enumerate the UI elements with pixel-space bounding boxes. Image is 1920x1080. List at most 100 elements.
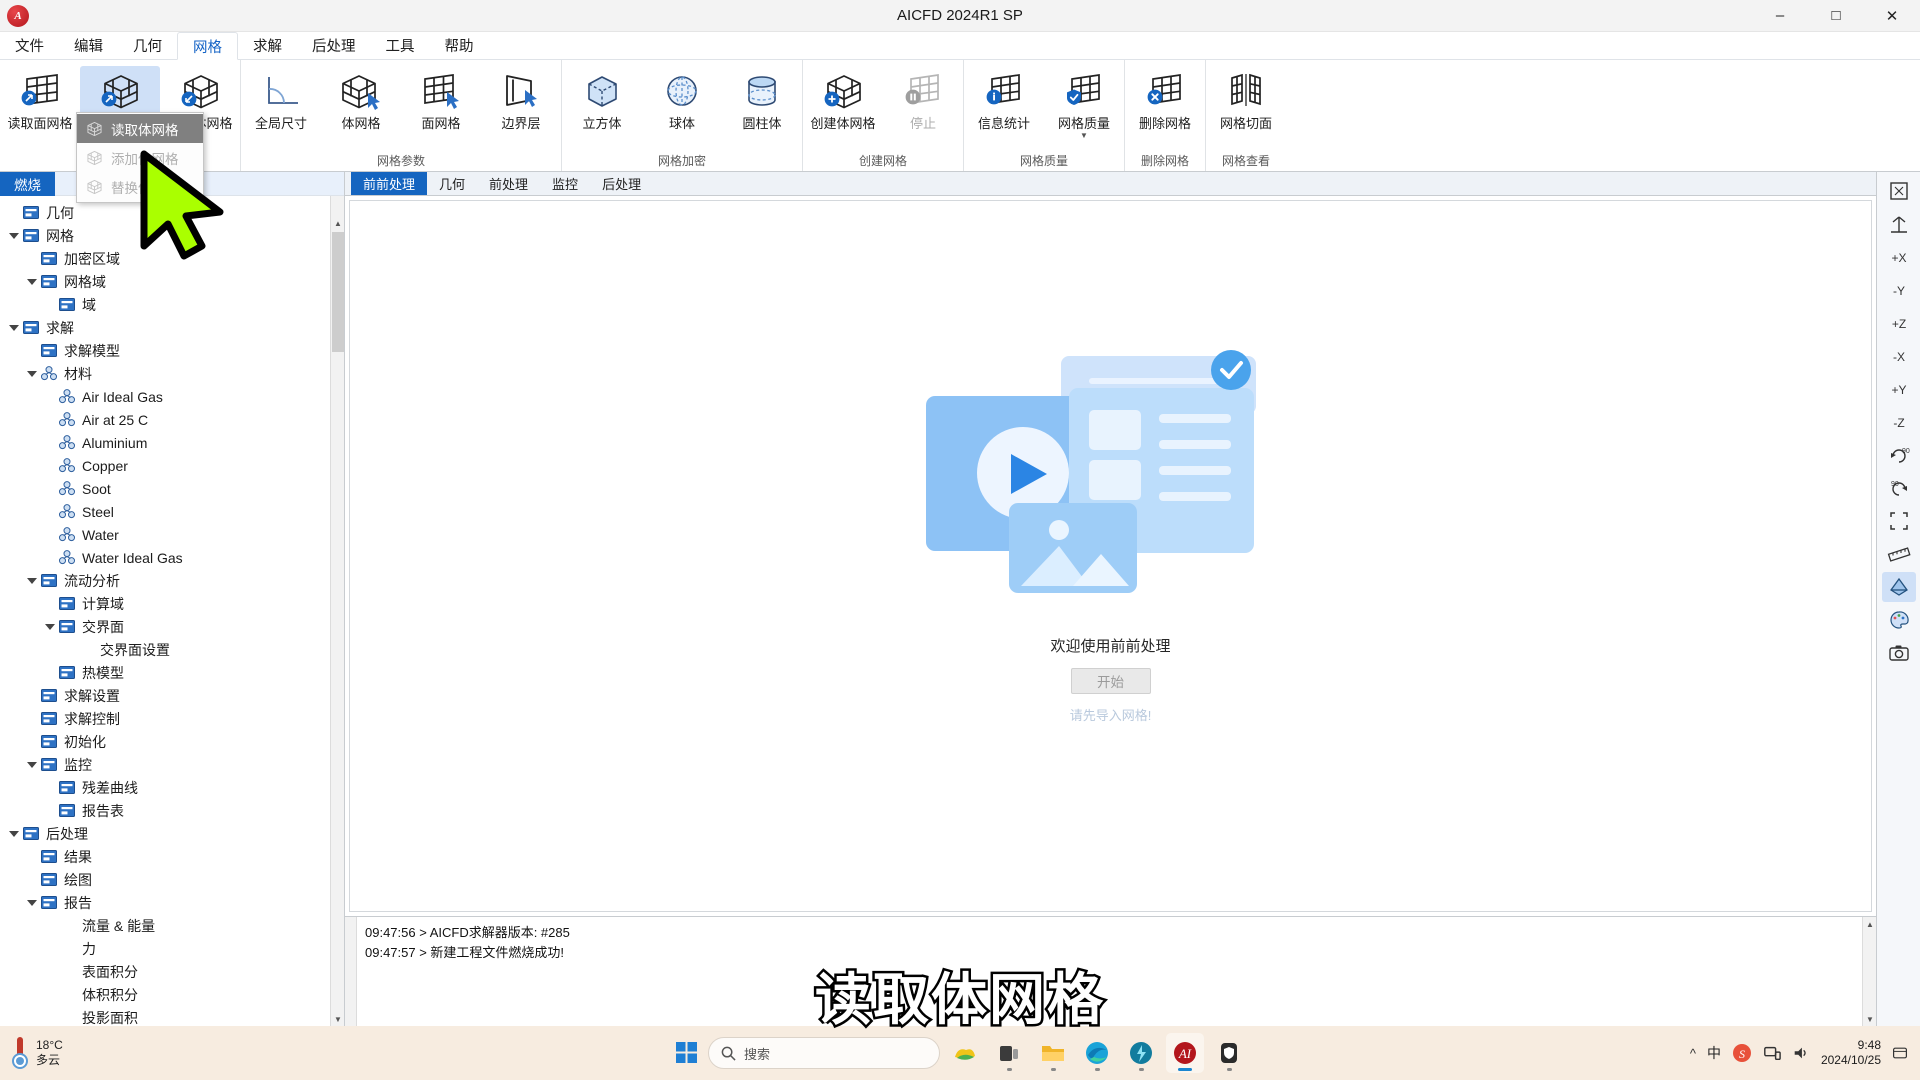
project-tree[interactable]: 几何 网格 加密区域 网格域 域 求解 求解模型 材料 Air Ideal Ga…	[0, 196, 344, 1026]
tree-item[interactable]: 几何	[0, 201, 344, 224]
plus-z-view-icon[interactable]: +Z	[1882, 308, 1916, 338]
search-input[interactable]: 搜索	[708, 1037, 940, 1069]
chevron-down-icon[interactable]	[42, 619, 58, 635]
chevron-down-icon[interactable]	[6, 826, 22, 842]
tree-item[interactable]: Aluminium	[0, 431, 344, 454]
project-tab-burn[interactable]: 燃烧	[0, 171, 55, 196]
mesh-quality-button[interactable]: 网格质量 ▼	[1044, 66, 1124, 148]
tree-item[interactable]: 加密区域	[0, 247, 344, 270]
plus-y-view-icon[interactable]: +Y	[1882, 374, 1916, 404]
tree-item[interactable]: 求解	[0, 316, 344, 339]
menu-item-3[interactable]: 网格	[177, 32, 238, 60]
tree-item[interactable]: 监控	[0, 753, 344, 776]
dropdown-item-0[interactable]: 读取体网格	[77, 114, 203, 143]
sogou-icon[interactable]: S	[1732, 1043, 1752, 1063]
chevron-up-icon[interactable]: ^	[1690, 1046, 1696, 1061]
menu-item-6[interactable]: 工具	[371, 32, 430, 59]
chevron-down-icon[interactable]	[24, 366, 40, 382]
taskbar-task-view-icon[interactable]	[990, 1033, 1028, 1073]
sphere-button[interactable]: 球体	[642, 66, 722, 148]
delete-mesh-button[interactable]: 删除网格	[1125, 66, 1205, 148]
tree-item[interactable]: 绘图	[0, 868, 344, 891]
tree-item[interactable]: 域	[0, 293, 344, 316]
chevron-down-icon[interactable]: ▼	[1080, 132, 1088, 140]
tree-item[interactable]: 网格	[0, 224, 344, 247]
taskbar-file-explorer-icon[interactable]	[1034, 1033, 1072, 1073]
chevron-down-icon[interactable]	[24, 895, 40, 911]
taskbar-security-shield-icon[interactable]	[1210, 1033, 1248, 1073]
maximize-button[interactable]: □	[1808, 0, 1864, 31]
tree-item[interactable]: 求解控制	[0, 707, 344, 730]
volume-icon[interactable]	[1792, 1044, 1810, 1062]
rotate-90-alt-icon[interactable]: 90	[1882, 473, 1916, 503]
tree-item[interactable]: Air at 25 C	[0, 408, 344, 431]
screenshot-camera-icon[interactable]	[1882, 638, 1916, 668]
tree-item[interactable]: 报告	[0, 891, 344, 914]
boundary-layer-button[interactable]: 边界层	[481, 66, 561, 148]
taskbar-app-teal-icon[interactable]	[1122, 1033, 1160, 1073]
tree-item[interactable]: 后处理	[0, 822, 344, 845]
tree-item[interactable]: Water Ideal Gas	[0, 546, 344, 569]
windows-start-icon[interactable]	[672, 1038, 702, 1068]
tree-item[interactable]: 热模型	[0, 661, 344, 684]
menu-item-0[interactable]: 文件	[0, 32, 59, 59]
menu-item-2[interactable]: 几何	[118, 32, 177, 59]
tree-item[interactable]: Water	[0, 523, 344, 546]
section-plane-icon[interactable]	[1881, 572, 1916, 602]
tree-item[interactable]: 材料	[0, 362, 344, 385]
notification-icon[interactable]	[1892, 1045, 1908, 1061]
tree-item[interactable]: 结果	[0, 845, 344, 868]
plus-x-view-icon[interactable]: +X	[1882, 242, 1916, 272]
tree-item[interactable]: Steel	[0, 500, 344, 523]
ime-chinese-icon[interactable]: 中	[1707, 1043, 1721, 1063]
minus-z-view-icon[interactable]: -Z	[1882, 407, 1916, 437]
face-mesh-button[interactable]: 面网格	[401, 66, 481, 148]
mesh-info-button[interactable]: 信息统计	[964, 66, 1044, 148]
view-tab-3[interactable]: 监控	[540, 172, 590, 195]
tree-item[interactable]: Soot	[0, 477, 344, 500]
minus-y-view-icon[interactable]: -Y	[1882, 275, 1916, 305]
tree-item[interactable]: 流动分析	[0, 569, 344, 592]
close-button[interactable]: ✕	[1864, 0, 1920, 31]
tree-item[interactable]: 交界面	[0, 615, 344, 638]
tree-item[interactable]: Copper	[0, 454, 344, 477]
tree-item[interactable]: 残差曲线	[0, 776, 344, 799]
cube-button[interactable]: 立方体	[562, 66, 642, 148]
fit-view-icon[interactable]	[1882, 176, 1916, 206]
tree-item[interactable]: 报告表	[0, 799, 344, 822]
menu-item-1[interactable]: 编辑	[59, 32, 118, 59]
menu-item-7[interactable]: 帮助	[430, 32, 489, 59]
minimize-button[interactable]: –	[1752, 0, 1808, 31]
volume-mesh-button[interactable]: 体网格	[321, 66, 401, 148]
taskbar-aicfd-app-icon[interactable]: AI	[1166, 1033, 1204, 1073]
taskbar-edge-browser-icon[interactable]	[1078, 1033, 1116, 1073]
axis-view-icon[interactable]	[1882, 209, 1916, 239]
chevron-down-icon[interactable]	[6, 320, 22, 336]
import-volume-mesh-dropdown[interactable]: 读取体网格 添加体网格 替换体网格	[76, 112, 204, 203]
tree-scrollbar-thumb[interactable]	[332, 232, 344, 352]
menu-item-4[interactable]: 求解	[238, 32, 297, 59]
tree-item[interactable]: 交界面设置	[0, 638, 344, 661]
view-tab-4[interactable]: 后处理	[590, 172, 653, 195]
view-tab-1[interactable]: 几何	[427, 172, 477, 195]
tree-scrollbar[interactable]: ▲ ▼	[330, 196, 344, 1026]
scroll-up-icon[interactable]: ▲	[331, 216, 344, 230]
view-tab-2[interactable]: 前处理	[477, 172, 540, 195]
console-scroll-up-icon[interactable]: ▲	[1863, 917, 1877, 931]
tree-item[interactable]: 网格域	[0, 270, 344, 293]
tree-item[interactable]: 初始化	[0, 730, 344, 753]
taskbar-weather-widget-icon[interactable]	[946, 1033, 984, 1073]
cylinder-button[interactable]: 圆柱体	[722, 66, 802, 148]
start-button[interactable]: 开始	[1070, 668, 1151, 694]
create-volume-mesh-button[interactable]: 创建体网格	[803, 66, 883, 148]
weather-widget[interactable]: 18°C 多云	[10, 1035, 63, 1071]
tree-item[interactable]: Air Ideal Gas	[0, 385, 344, 408]
chevron-down-icon[interactable]	[6, 228, 22, 244]
view-tab-0[interactable]: 前前处理	[351, 172, 428, 195]
chevron-down-icon[interactable]	[24, 757, 40, 773]
tree-item[interactable]: 计算域	[0, 592, 344, 615]
menu-item-5[interactable]: 后处理	[297, 32, 371, 59]
measure-ruler-icon[interactable]	[1882, 539, 1916, 569]
minus-x-view-icon[interactable]: -X	[1882, 341, 1916, 371]
taskbar-clock[interactable]: 9:48 2024/10/25	[1821, 1038, 1881, 1068]
